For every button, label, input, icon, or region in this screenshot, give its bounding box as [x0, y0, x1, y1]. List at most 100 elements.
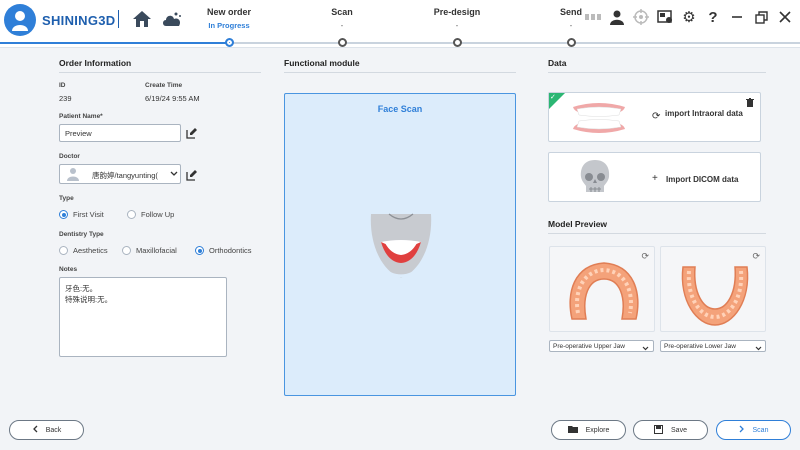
patient-name-label: Patient Name* [59, 113, 103, 120]
radio-label: Maxillofacial [136, 246, 177, 255]
radio-follow-up[interactable]: Follow Up [127, 210, 174, 219]
chevron-down-icon[interactable] [755, 344, 762, 353]
face-scan-icon [365, 206, 437, 284]
lower-jaw-select-value: Pre-operative Lower Jaw [664, 343, 736, 350]
radio-label: First Visit [73, 210, 104, 219]
step-dot-pre-design [453, 38, 462, 47]
dicom-label: Import DICOM data [666, 175, 739, 184]
radio-aesthetics[interactable]: Aesthetics [59, 246, 108, 255]
radio-unchecked-icon [122, 246, 131, 255]
section-divider [548, 233, 766, 234]
media-settings-icon[interactable] [656, 8, 674, 26]
top-bar: SHINING3D New order In Progress Scan - P… [0, 0, 800, 48]
edit-doctor-icon[interactable] [186, 169, 198, 181]
back-label: Back [45, 426, 62, 434]
skull-icon [579, 159, 611, 199]
help-icon[interactable]: ? [704, 8, 722, 26]
close-icon[interactable] [776, 8, 794, 26]
gear-icon[interactable]: ⚙ [680, 8, 698, 26]
step-scan[interactable]: Scan - [292, 7, 392, 30]
upper-jaw-select[interactable]: Pre-operative Upper Jaw [549, 340, 654, 352]
trash-icon[interactable] [746, 98, 754, 109]
order-info-title: Order Information [59, 58, 132, 68]
calibration-icon[interactable] [632, 8, 650, 26]
step-name: New order [206, 7, 251, 17]
section-divider [284, 72, 516, 73]
divider [118, 10, 119, 28]
intraoral-data-card[interactable]: ✓ ⟳ import Intraoral data [548, 92, 761, 142]
folder-icon [567, 425, 578, 435]
chevron-left-icon [32, 425, 38, 435]
step-pre-design[interactable]: Pre-design - [407, 7, 507, 30]
rotate-icon[interactable]: ⟳ [752, 251, 760, 262]
check-icon: ✓ [550, 94, 556, 101]
logo-person-icon [4, 4, 36, 36]
dentistry-type-label: Dentistry Type [59, 231, 104, 238]
home-icon[interactable] [132, 10, 152, 28]
upper-jaw-model-icon [564, 253, 644, 327]
radio-label: Orthodontics [209, 246, 252, 255]
notes-label: Notes [59, 266, 78, 273]
device-icon[interactable] [584, 8, 602, 26]
user-icon[interactable] [608, 8, 626, 26]
doctor-label: Doctor [59, 153, 80, 160]
scan-label: Scan [752, 426, 769, 434]
edit-patient-icon[interactable] [186, 127, 198, 139]
plus-icon: + [652, 173, 658, 184]
section-divider [548, 72, 766, 73]
window-toolbar: ⚙ ? [584, 8, 794, 26]
type-label: Type [59, 195, 74, 202]
save-icon [654, 424, 664, 436]
app-logo: SHINING3D [4, 4, 116, 36]
step-dot-new-order [225, 38, 234, 47]
explore-button[interactable]: Explore [551, 420, 626, 440]
step-status: - [455, 21, 459, 30]
radio-unchecked-icon [127, 210, 136, 219]
progress-fill [0, 42, 230, 44]
radio-first-visit[interactable]: First Visit [59, 210, 104, 219]
explore-label: Explore [585, 426, 610, 434]
step-new-order[interactable]: New order In Progress [179, 7, 279, 30]
doctor-avatar-icon [62, 167, 84, 181]
radio-unchecked-icon [59, 246, 68, 255]
doctor-value: 唐韵婷/tangyunting( [92, 171, 158, 180]
functional-module-title: Functional module [284, 58, 360, 68]
face-scan-title: Face Scan [377, 104, 423, 114]
id-label: ID [59, 82, 66, 89]
dicom-data-card[interactable]: + Import DICOM data [548, 152, 761, 202]
restore-icon[interactable] [752, 8, 770, 26]
patient-name-input[interactable]: Preview [59, 124, 181, 142]
lower-jaw-select[interactable]: Pre-operative Lower Jaw [660, 340, 766, 352]
radio-label: Follow Up [141, 210, 175, 219]
chevron-down-icon[interactable] [642, 344, 649, 353]
model-preview-title: Model Preview [548, 219, 608, 229]
notes-textarea[interactable]: 牙色:无。 特殊说明:无。 [59, 277, 227, 357]
radio-label: Aesthetics [73, 246, 108, 255]
refresh-icon[interactable]: ⟳ [652, 111, 660, 122]
scan-button[interactable]: Scan [716, 420, 791, 440]
step-name: Pre-design [433, 7, 481, 17]
upper-jaw-preview[interactable]: ⟳ [549, 246, 655, 332]
id-value: 239 [59, 94, 72, 103]
radio-checked-icon [195, 246, 204, 255]
data-title: Data [548, 58, 567, 68]
upper-jaw-select-value: Pre-operative Upper Jaw [553, 343, 625, 350]
save-label: Save [671, 426, 687, 434]
radio-orthodontics[interactable]: Orthodontics [195, 246, 252, 255]
minimize-icon[interactable] [728, 8, 746, 26]
lower-jaw-preview[interactable]: ⟳ [660, 246, 766, 332]
brand-name: SHINING3D [42, 12, 116, 28]
lower-jaw-model-icon [677, 261, 753, 331]
face-scan-card[interactable]: Face Scan [284, 93, 516, 396]
step-dot-send [567, 38, 576, 47]
chevron-down-icon[interactable] [170, 170, 178, 179]
back-button[interactable]: Back [9, 420, 84, 440]
step-name: Scan [331, 7, 353, 17]
step-status: In Progress [208, 21, 250, 30]
radio-checked-icon [59, 210, 68, 219]
chevron-right-icon [739, 425, 745, 435]
radio-maxillofacial[interactable]: Maxillofacial [122, 246, 177, 255]
intraoral-label: import Intraoral data [665, 109, 743, 118]
save-button[interactable]: Save [633, 420, 708, 440]
step-dot-scan [338, 38, 347, 47]
